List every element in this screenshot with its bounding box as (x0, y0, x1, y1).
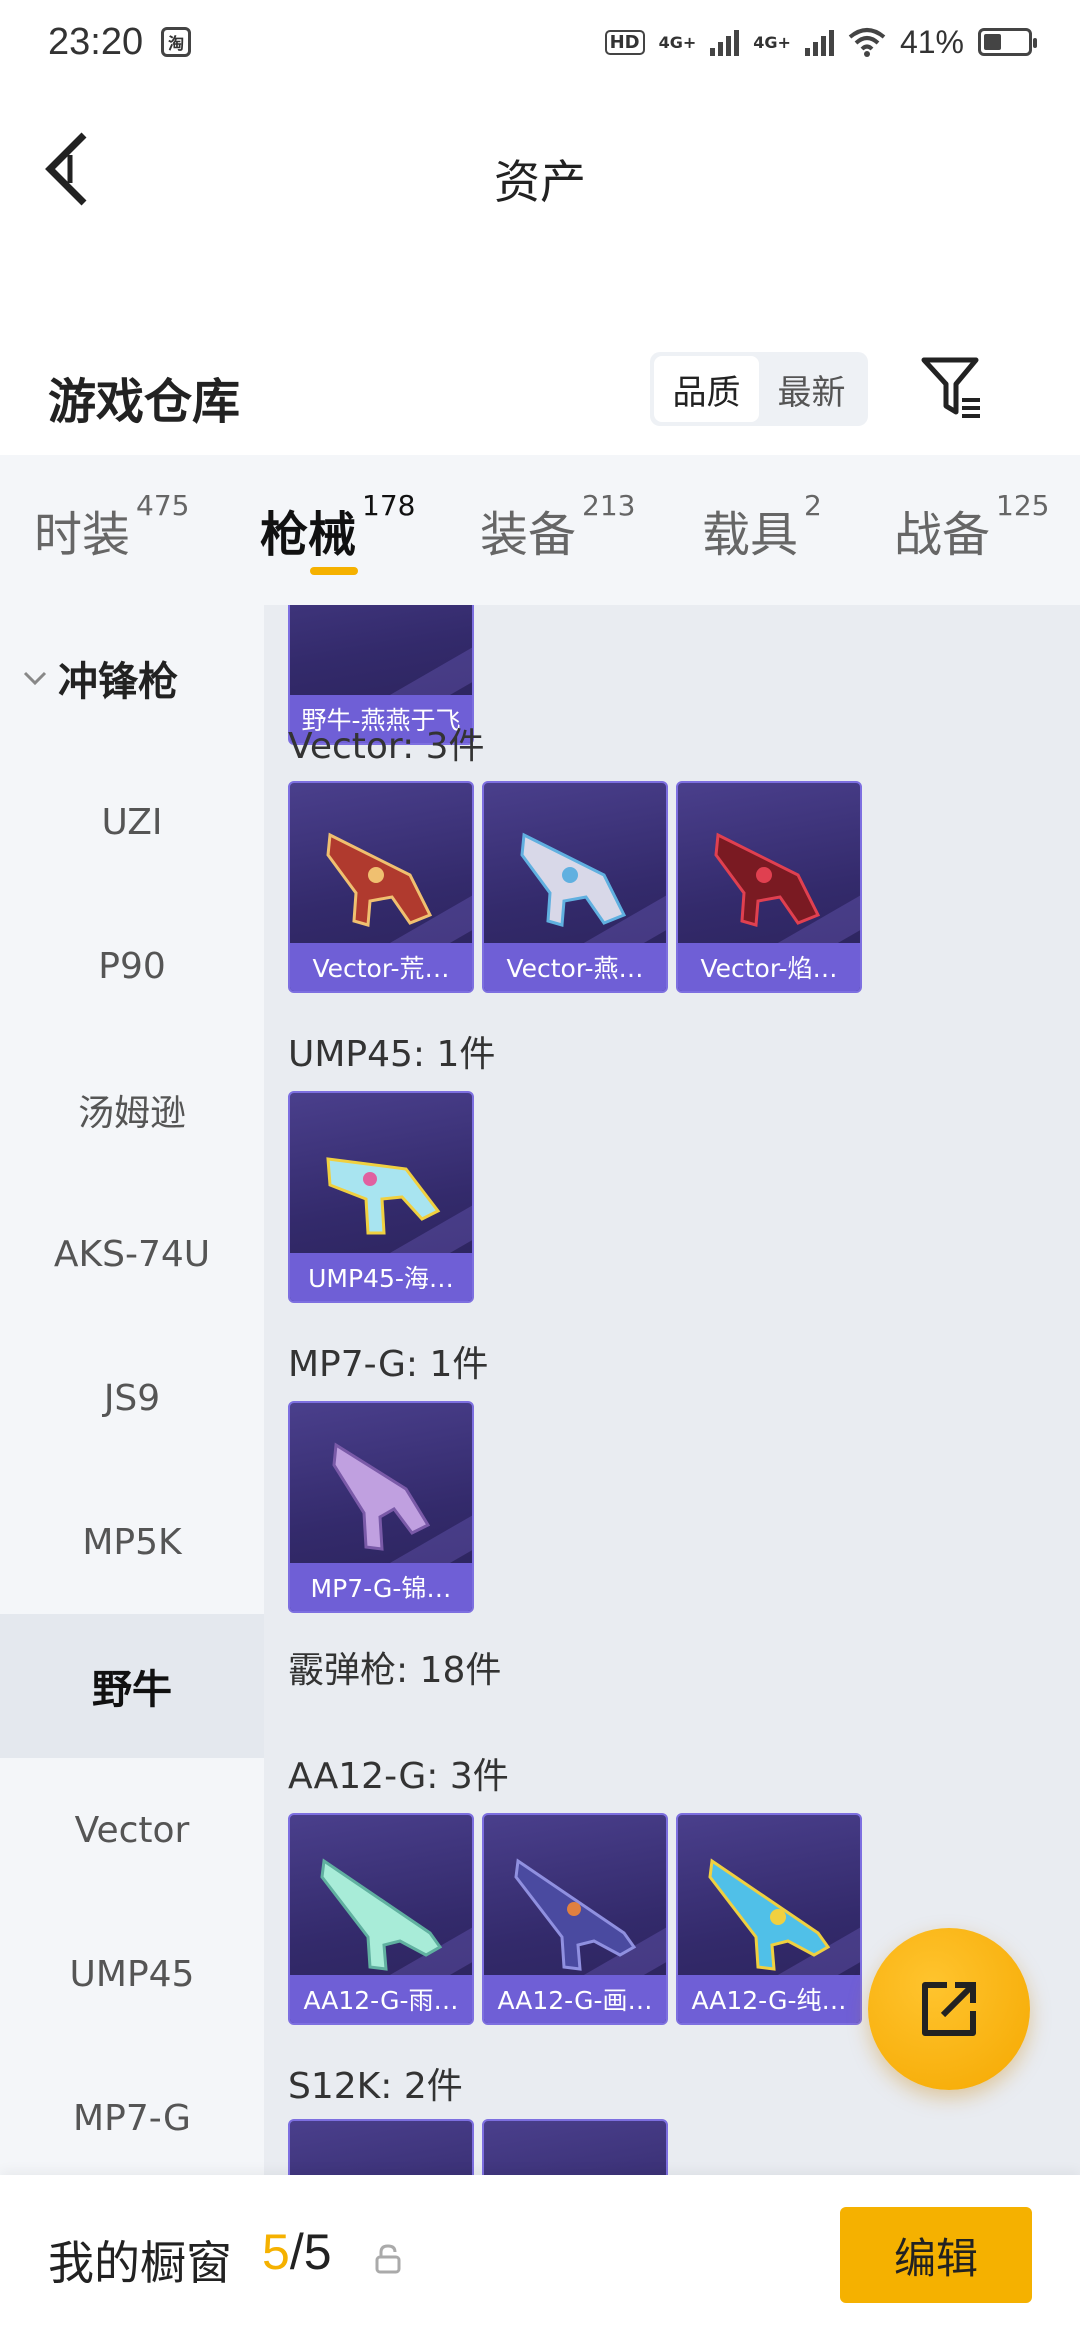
shotgun-weapon-icon (514, 1858, 637, 1971)
skin-card-label: Vector-荒… (290, 943, 472, 991)
warehouse-title: 游戏仓库 (48, 374, 241, 430)
showcase-total: 5 (303, 2224, 332, 2280)
app-header: 资产 (0, 84, 1080, 254)
skin-card[interactable]: AA12-G-画… (482, 1813, 668, 2025)
filter-icon[interactable] (920, 354, 984, 424)
category-tabs: 时装475 枪械178 装备213 载具2 战备125 (0, 455, 1080, 605)
network-type-2: 4G+ (753, 32, 791, 52)
taobao-notification-icon: 淘 (161, 27, 192, 57)
skin-card[interactable]: AA12-G-雨… (288, 1813, 474, 2025)
hd-icon: HD (604, 29, 645, 55)
skin-card-label: MP7-G-锦… (290, 1563, 472, 1611)
sidebar-item-thompson[interactable]: 汤姆逊 (0, 1038, 264, 1182)
tab-firearms[interactable]: 枪械178 (260, 489, 415, 565)
wifi-icon (848, 28, 886, 57)
showcase-count: 5/5 (262, 2223, 332, 2281)
sidebar-item-uzi[interactable]: UZI (0, 750, 264, 894)
skin-card[interactable]: Vector-焰… (676, 781, 862, 993)
section-title-shotguns: 霰弹枪: 18件 (288, 1650, 502, 1691)
showcase-current: 5 (262, 2224, 290, 2280)
skin-card[interactable]: UMP45-海… (288, 1091, 474, 1303)
shotgun-weapon-icon (320, 1858, 443, 1971)
sort-toggle: 品质 最新 (650, 352, 868, 426)
signal-icon-2 (804, 28, 834, 56)
smg-weapon-icon (520, 832, 627, 927)
edit-button[interactable]: 编辑 (840, 2207, 1032, 2303)
showcase-label: 我的橱窗 (48, 2236, 232, 2290)
status-time: 23:20 (48, 20, 144, 63)
battery-fill (984, 34, 1001, 50)
lock-icon (375, 2244, 401, 2274)
share-icon (922, 1982, 976, 2036)
tab-label: 战备 (894, 507, 991, 563)
section-title-aa12g: AA12-G: 3件 (288, 1756, 509, 1797)
share-button[interactable] (868, 1928, 1030, 2090)
skin-card-label: AA12-G-雨… (290, 1975, 472, 2023)
sidebar-group-smg[interactable]: 冲锋枪 (0, 605, 264, 750)
section-title-s12k: S12K: 2件 (288, 2066, 463, 2107)
signal-icon-1 (710, 28, 740, 56)
page-title: 资产 (494, 155, 586, 209)
skin-card-label: Vector-焰… (678, 943, 860, 991)
tab-count: 2 (804, 489, 822, 522)
status-indicators: HD 4G+ 4G+ 41% (604, 23, 1037, 61)
tab-equipment[interactable]: 装备213 (480, 489, 635, 565)
smg-weapon-icon (326, 832, 433, 927)
status-bar: 23:20 淘 HD 4G+ 4G+ 41% (0, 0, 1080, 84)
tab-label: 载具 (702, 507, 799, 563)
showcase-separator: / (289, 2224, 304, 2280)
battery-icon (978, 28, 1037, 56)
tab-vehicles[interactable]: 载具2 (702, 489, 822, 565)
tab-count: 213 (582, 489, 636, 522)
skin-card-label: AA12-G-纯… (678, 1975, 860, 2023)
sidebar-group-label: 冲锋枪 (58, 658, 178, 705)
battery-percent: 41% (899, 23, 964, 60)
tab-fashion[interactable]: 时装475 (34, 489, 189, 565)
smg-weapon-icon (332, 1442, 431, 1551)
sidebar-item-ump45[interactable]: UMP45 (0, 1902, 264, 2046)
sort-option-quality[interactable]: 品质 (654, 356, 759, 422)
skin-card[interactable]: MP7-G-锦… (288, 1401, 474, 1613)
warehouse-header: 游戏仓库 品质 最新 (0, 340, 1080, 450)
tab-count: 178 (362, 489, 416, 522)
tab-label: 装备 (480, 507, 577, 563)
sidebar-item-js9[interactable]: JS9 (0, 1326, 264, 1470)
sidebar-item-aks74u[interactable]: AKS-74U (0, 1182, 264, 1326)
sort-option-latest[interactable]: 最新 (759, 356, 864, 422)
section-title-vector: Vector: 3件 (288, 726, 485, 767)
section-title-ump45: UMP45: 1件 (288, 1034, 496, 1075)
active-tab-indicator (310, 567, 358, 575)
shotgun-weapon-icon (708, 1858, 831, 1971)
tab-count: 125 (996, 489, 1050, 522)
skin-card-label: AA12-G-画… (484, 1975, 666, 2023)
skin-card[interactable]: AA12-G-纯… (676, 1813, 862, 2025)
weapon-sidebar[interactable]: 冲锋枪 UZI P90 汤姆逊 AKS-74U JS9 MP5K 野牛 Vect… (0, 605, 264, 2175)
sidebar-item-p90[interactable]: P90 (0, 894, 264, 1038)
sidebar-item-vector[interactable]: Vector (0, 1758, 264, 1902)
skin-card[interactable]: Vector-燕… (482, 781, 668, 993)
tab-count: 475 (136, 489, 190, 522)
tab-label: 时装 (34, 507, 131, 563)
showcase-bar: 我的橱窗 5/5 编辑 (0, 2175, 1080, 2340)
sidebar-item-bizon[interactable]: 野牛 (0, 1614, 264, 1758)
chevron-down-icon (23, 671, 47, 685)
sidebar-item-mp7g[interactable]: MP7-G (0, 2046, 264, 2175)
skin-card-label: Vector-燕… (484, 943, 666, 991)
skin-card-label: UMP45-海… (290, 1253, 472, 1301)
section-title-mp7g: MP7-G: 1件 (288, 1344, 489, 1385)
skin-card[interactable] (288, 2119, 474, 2175)
smg-weapon-icon (326, 1157, 441, 1235)
tab-label: 枪械 (260, 507, 357, 563)
tab-combat-gear[interactable]: 战备125 (894, 489, 1049, 565)
smg-weapon-icon (714, 832, 821, 927)
skin-card[interactable]: Vector-荒… (288, 781, 474, 993)
sidebar-item-mp5k[interactable]: MP5K (0, 1470, 264, 1614)
network-type-1: 4G+ (658, 32, 697, 52)
skin-card[interactable] (482, 2119, 668, 2175)
